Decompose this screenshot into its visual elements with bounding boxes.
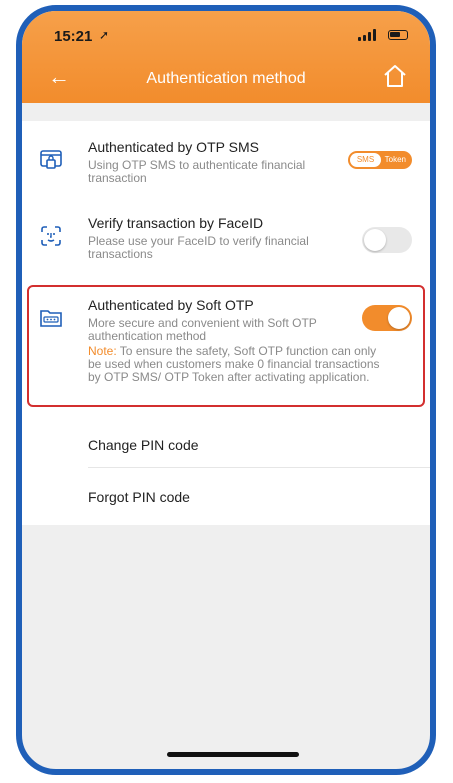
faceid-icon <box>41 226 61 246</box>
faceid-description: Please use your FaceID to verify financi… <box>88 234 309 261</box>
segment-token[interactable]: Token <box>385 154 406 166</box>
faceid-toggle[interactable] <box>362 227 412 253</box>
signal-icon <box>358 29 376 41</box>
navigation-bar: ← Authentication method <box>22 55 430 103</box>
faceid-row: Verify transaction by FaceID Please use … <box>22 213 430 273</box>
home-icon[interactable] <box>382 64 408 88</box>
folder-password-icon <box>40 310 62 327</box>
page-title: Authentication method <box>146 70 306 87</box>
sms-token-segmented-control[interactable]: SMS Token <box>348 151 412 169</box>
segment-sms[interactable]: SMS <box>350 153 381 167</box>
change-pin-link[interactable]: Change PIN code <box>88 437 199 453</box>
forgot-pin-link[interactable]: Forgot PIN code <box>88 489 190 505</box>
otp-sms-title: Authenticated by OTP SMS <box>88 139 259 155</box>
soft-otp-description: More secure and convenient with Soft OTP… <box>88 316 317 343</box>
soft-otp-row: Authenticated by Soft OTP More secure an… <box>22 297 430 407</box>
phone-frame: 15:21 ➚ ︎ ← Authentication method Authen… <box>16 5 436 775</box>
otp-sms-row: Authenticated by OTP SMS Using OTP SMS t… <box>22 137 430 197</box>
status-bar: 15:21 ➚ ︎ <box>22 11 430 55</box>
soft-otp-note: Note: To ensure the safety, Soft OTP fun… <box>88 345 388 384</box>
soft-otp-toggle[interactable] <box>362 305 412 331</box>
note-label: Note: <box>88 344 117 358</box>
battery-icon <box>388 30 408 40</box>
location-icon: ➚ <box>99 28 110 42</box>
divider <box>88 467 430 468</box>
card-lock-icon <box>40 150 62 169</box>
otp-sms-description: Using OTP SMS to authenticate financial … <box>88 158 306 185</box>
soft-otp-title: Authenticated by Soft OTP <box>88 297 254 313</box>
status-time: 15:21 <box>54 28 93 45</box>
faceid-title: Verify transaction by FaceID <box>88 215 264 231</box>
status-icons: ︎ <box>358 29 408 41</box>
settings-card: Authenticated by OTP SMS Using OTP SMS t… <box>22 121 430 525</box>
note-text: To ensure the safety, Soft OTP function … <box>88 344 380 384</box>
home-indicator <box>167 752 299 757</box>
